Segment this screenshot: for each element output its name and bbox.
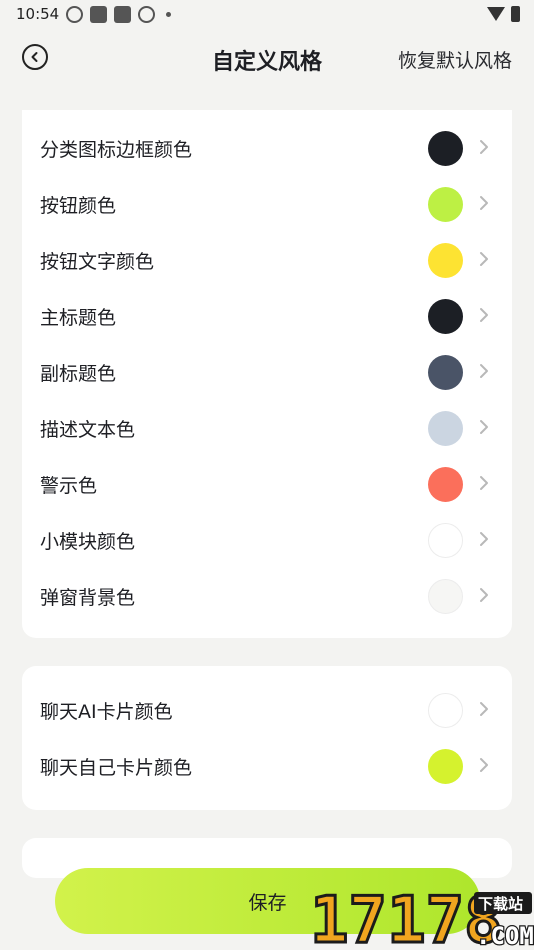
chevron-right-icon bbox=[478, 362, 490, 384]
color-setting-row[interactable]: 副标题色 bbox=[22, 344, 512, 400]
color-setting-row[interactable]: 聊天AI卡片颜色 bbox=[22, 682, 512, 738]
chevron-right-icon bbox=[478, 418, 490, 440]
watermark-number: 17178 bbox=[310, 884, 503, 950]
color-swatch[interactable] bbox=[428, 410, 463, 446]
watermark-badge: 下载站 bbox=[478, 895, 523, 913]
color-setting-label: 分类图标边框颜色 bbox=[40, 138, 193, 161]
color-setting-label: 弹窗背景色 bbox=[40, 586, 136, 609]
color-swatch[interactable] bbox=[428, 522, 463, 558]
chevron-right-icon bbox=[478, 700, 490, 722]
color-swatch[interactable] bbox=[428, 692, 463, 728]
chevron-right-icon bbox=[478, 194, 490, 216]
color-setting-row[interactable]: 警示色 bbox=[22, 456, 512, 512]
color-setting-label: 警示色 bbox=[40, 474, 98, 497]
chat-color-settings-card: 聊天AI卡片颜色 聊天自己卡片颜色 bbox=[22, 666, 512, 810]
color-setting-row[interactable]: 分类图标边框颜色 bbox=[22, 120, 512, 176]
status-bar: 10:54 bbox=[0, 0, 534, 30]
status-time: 10:54 bbox=[16, 5, 60, 23]
chevron-right-icon bbox=[478, 530, 490, 552]
app-icon bbox=[114, 6, 131, 23]
color-setting-label: 按钮文字颜色 bbox=[40, 250, 155, 273]
color-setting-row[interactable]: 聊天自己卡片颜色 bbox=[22, 738, 512, 794]
color-setting-row[interactable]: 小模块颜色 bbox=[22, 512, 512, 568]
color-swatch[interactable] bbox=[428, 130, 463, 166]
chevron-right-icon bbox=[478, 586, 490, 608]
chevron-right-icon bbox=[478, 250, 490, 272]
color-setting-row[interactable]: 弹窗背景色 bbox=[22, 568, 512, 624]
chevron-right-icon bbox=[478, 306, 490, 328]
color-swatch[interactable] bbox=[428, 748, 463, 784]
battery-icon bbox=[511, 6, 520, 22]
network-icon bbox=[138, 6, 155, 23]
color-setting-label: 聊天自己卡片颜色 bbox=[40, 756, 193, 779]
watermark-domain: .COM bbox=[476, 922, 534, 950]
color-swatch[interactable] bbox=[428, 242, 463, 278]
color-swatch[interactable] bbox=[428, 298, 463, 334]
status-icons bbox=[66, 6, 171, 23]
color-setting-label: 主标题色 bbox=[40, 306, 117, 329]
color-swatch[interactable] bbox=[428, 466, 463, 502]
status-right-icons bbox=[487, 6, 520, 22]
app-icon bbox=[90, 6, 107, 23]
color-setting-label: 小模块颜色 bbox=[40, 530, 136, 553]
header: 自定义风格 恢复默认风格 bbox=[0, 34, 534, 82]
chevron-right-icon bbox=[478, 474, 490, 496]
chevron-right-icon bbox=[478, 756, 490, 778]
wifi-icon bbox=[487, 7, 505, 21]
network-icon bbox=[66, 6, 83, 23]
restore-default-button[interactable]: 恢复默认风格 bbox=[398, 46, 512, 73]
color-setting-row[interactable]: 描述文本色 bbox=[22, 400, 512, 456]
color-setting-label: 聊天AI卡片颜色 bbox=[40, 700, 173, 723]
chevron-right-icon bbox=[478, 138, 490, 160]
color-setting-row[interactable]: 按钮颜色 bbox=[22, 176, 512, 232]
color-setting-label: 副标题色 bbox=[40, 362, 117, 385]
color-swatch[interactable] bbox=[428, 578, 463, 614]
color-settings-card: 分类图标边框颜色 按钮颜色按钮文字颜色 主标题色副标题色描述文本色警示色小模块颜色弹… bbox=[22, 110, 512, 638]
dot-icon bbox=[166, 12, 171, 17]
color-setting-row[interactable]: 按钮文字颜色 bbox=[22, 232, 512, 288]
color-swatch[interactable] bbox=[428, 186, 463, 222]
color-setting-label: 按钮颜色 bbox=[40, 194, 117, 217]
color-setting-label: 描述文本色 bbox=[40, 418, 136, 441]
color-setting-row[interactable]: 主标题色 bbox=[22, 288, 512, 344]
color-swatch[interactable] bbox=[428, 354, 463, 390]
watermark-logo: 17178 下载站 .COM bbox=[309, 883, 534, 950]
